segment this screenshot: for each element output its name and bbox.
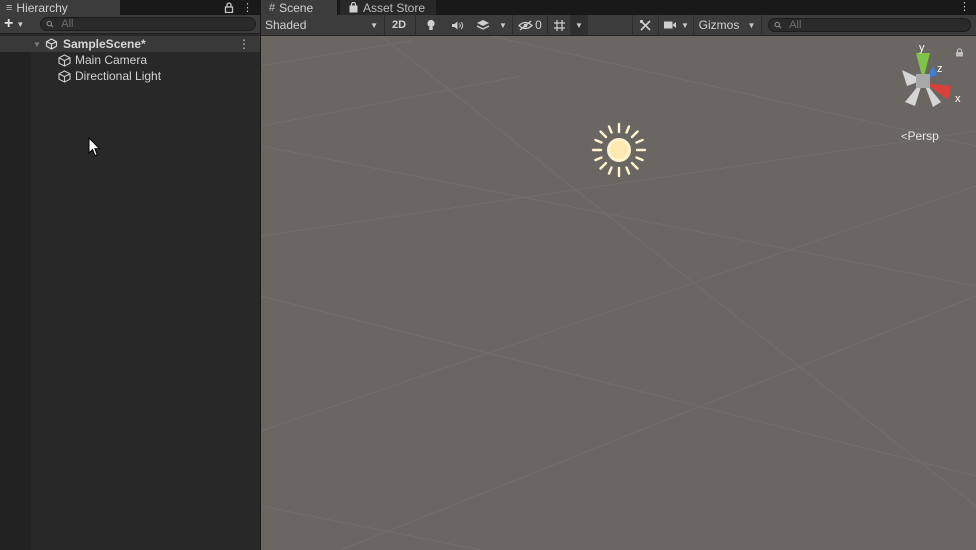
hierarchy-toolbar: + ▼ — [0, 15, 260, 34]
scene-search[interactable] — [768, 18, 971, 32]
axis-label-y: y — [919, 42, 925, 54]
axis-label-z: z — [937, 63, 943, 75]
tree-item-label: Main Camera — [75, 53, 148, 67]
toolbar-divider — [658, 15, 659, 36]
video-camera-icon — [664, 21, 676, 29]
toolbar-divider — [632, 15, 633, 36]
chevron-down-icon: ▼ — [370, 20, 378, 30]
toolbar-divider — [693, 15, 694, 36]
shading-mode-label: Shaded — [265, 18, 307, 32]
tab-scene-label: Scene — [279, 0, 314, 15]
effects-dropdown[interactable]: ▼ — [496, 15, 510, 35]
toolbar-divider — [547, 15, 548, 36]
scene-menu-icon[interactable]: ⋮ — [238, 37, 250, 51]
fold-arrow-icon[interactable]: ▼ — [33, 40, 41, 49]
tab-asset-store-label: Asset Store — [363, 0, 426, 15]
tools-icon — [639, 19, 651, 31]
search-icon — [774, 21, 782, 29]
scene-menu-icon[interactable]: ⋮ — [959, 0, 970, 13]
unity-scene-icon — [45, 38, 58, 50]
chevron-down-icon: ▼ — [575, 20, 583, 30]
shopping-bag-icon — [349, 2, 358, 13]
layers-icon — [476, 20, 490, 30]
gizmos-button[interactable]: Gizmos — [695, 15, 743, 35]
chevron-down-icon: ▼ — [747, 20, 756, 30]
chevron-down-icon: ▼ — [681, 20, 689, 30]
audio-toggle-button[interactable] — [449, 15, 465, 35]
camera-settings-button[interactable] — [661, 15, 679, 35]
projection-label: Persp — [907, 129, 939, 143]
hierarchy-panel: ≡ Hierarchy ⋮ + ▼ ▼ — [0, 0, 260, 550]
scene-viewport[interactable]: y z x <Persp — [261, 36, 976, 550]
toggle-2d-button[interactable]: 2D — [388, 15, 410, 35]
toolbar-divider — [415, 15, 416, 36]
scene-grid — [261, 36, 976, 550]
eye-slash-icon — [518, 20, 534, 30]
chevron-down-icon: ▼ — [499, 20, 507, 30]
toolbar-divider — [384, 15, 385, 36]
hierarchy-menu-icon[interactable]: ⋮ — [242, 1, 253, 14]
grid-toggle-button[interactable] — [550, 15, 568, 35]
tree-item-directional-light[interactable]: Directional Light — [58, 68, 161, 84]
directional-light-sun-icon[interactable] — [591, 122, 647, 178]
toolbar-divider — [761, 15, 762, 36]
cube-icon — [58, 53, 71, 67]
scene-name: SampleScene* — [63, 37, 146, 51]
list-icon: ≡ — [6, 1, 13, 14]
light-bulb-icon — [427, 19, 435, 30]
lock-icon[interactable] — [955, 48, 964, 57]
chevron-down-icon: ▼ — [16, 19, 25, 29]
search-icon — [46, 20, 54, 28]
shading-mode-dropdown[interactable]: Shaded ▼ — [261, 15, 382, 35]
hierarchy-tab-bar: ≡ Hierarchy ⋮ — [0, 0, 260, 15]
tools-button[interactable] — [635, 15, 655, 35]
hidden-count: 0 — [535, 18, 542, 32]
scene-tab-bar: # Scene Asset Store ⋮ — [261, 0, 976, 15]
lock-icon[interactable] — [224, 2, 234, 13]
hierarchy-search-input[interactable] — [61, 18, 255, 30]
toolbar-divider — [512, 15, 513, 36]
hierarchy-tab-tools: ⋮ — [224, 0, 253, 15]
plus-icon: + — [4, 15, 14, 32]
mouse-cursor-icon — [88, 137, 101, 157]
tree-item-label: Directional Light — [75, 69, 162, 83]
tab-hierarchy-label: Hierarchy — [16, 0, 68, 15]
scene-toolbar: Shaded ▼ 2D ▼ 0 ▼ ▼ Gizmos ▼ All — [261, 15, 976, 36]
tab-hierarchy[interactable]: ≡ Hierarchy — [0, 0, 120, 15]
hierarchy-search[interactable] — [40, 17, 256, 31]
grid-dropdown[interactable]: ▼ — [570, 15, 588, 35]
tab-asset-store[interactable]: Asset Store — [340, 0, 436, 15]
scene-root-row[interactable]: ▼ SampleScene* ⋮ — [0, 36, 260, 52]
tree-indent-gutter — [0, 52, 31, 550]
axis-label-x: x — [955, 93, 961, 105]
create-button[interactable]: + ▼ — [0, 15, 34, 34]
scene-visibility-button[interactable]: 0 — [515, 15, 545, 35]
gizmos-dropdown[interactable]: ▼ — [744, 15, 759, 35]
grid-icon: # — [269, 1, 276, 14]
grid-icon — [553, 19, 565, 31]
camera-settings-dropdown[interactable]: ▼ — [679, 15, 691, 35]
tab-scene[interactable]: # Scene — [261, 0, 337, 15]
speaker-icon — [451, 21, 463, 29]
projection-toggle[interactable]: <Persp — [901, 129, 939, 143]
cube-icon — [58, 69, 71, 83]
scene-search-input[interactable] — [789, 19, 970, 31]
effects-button[interactable] — [474, 15, 492, 35]
lighting-toggle-button[interactable] — [423, 15, 439, 35]
scene-panel: # Scene Asset Store ⋮ Shaded ▼ 2D ▼ 0 ▼ … — [261, 0, 976, 550]
tree-item-main-camera[interactable]: Main Camera — [58, 52, 147, 68]
